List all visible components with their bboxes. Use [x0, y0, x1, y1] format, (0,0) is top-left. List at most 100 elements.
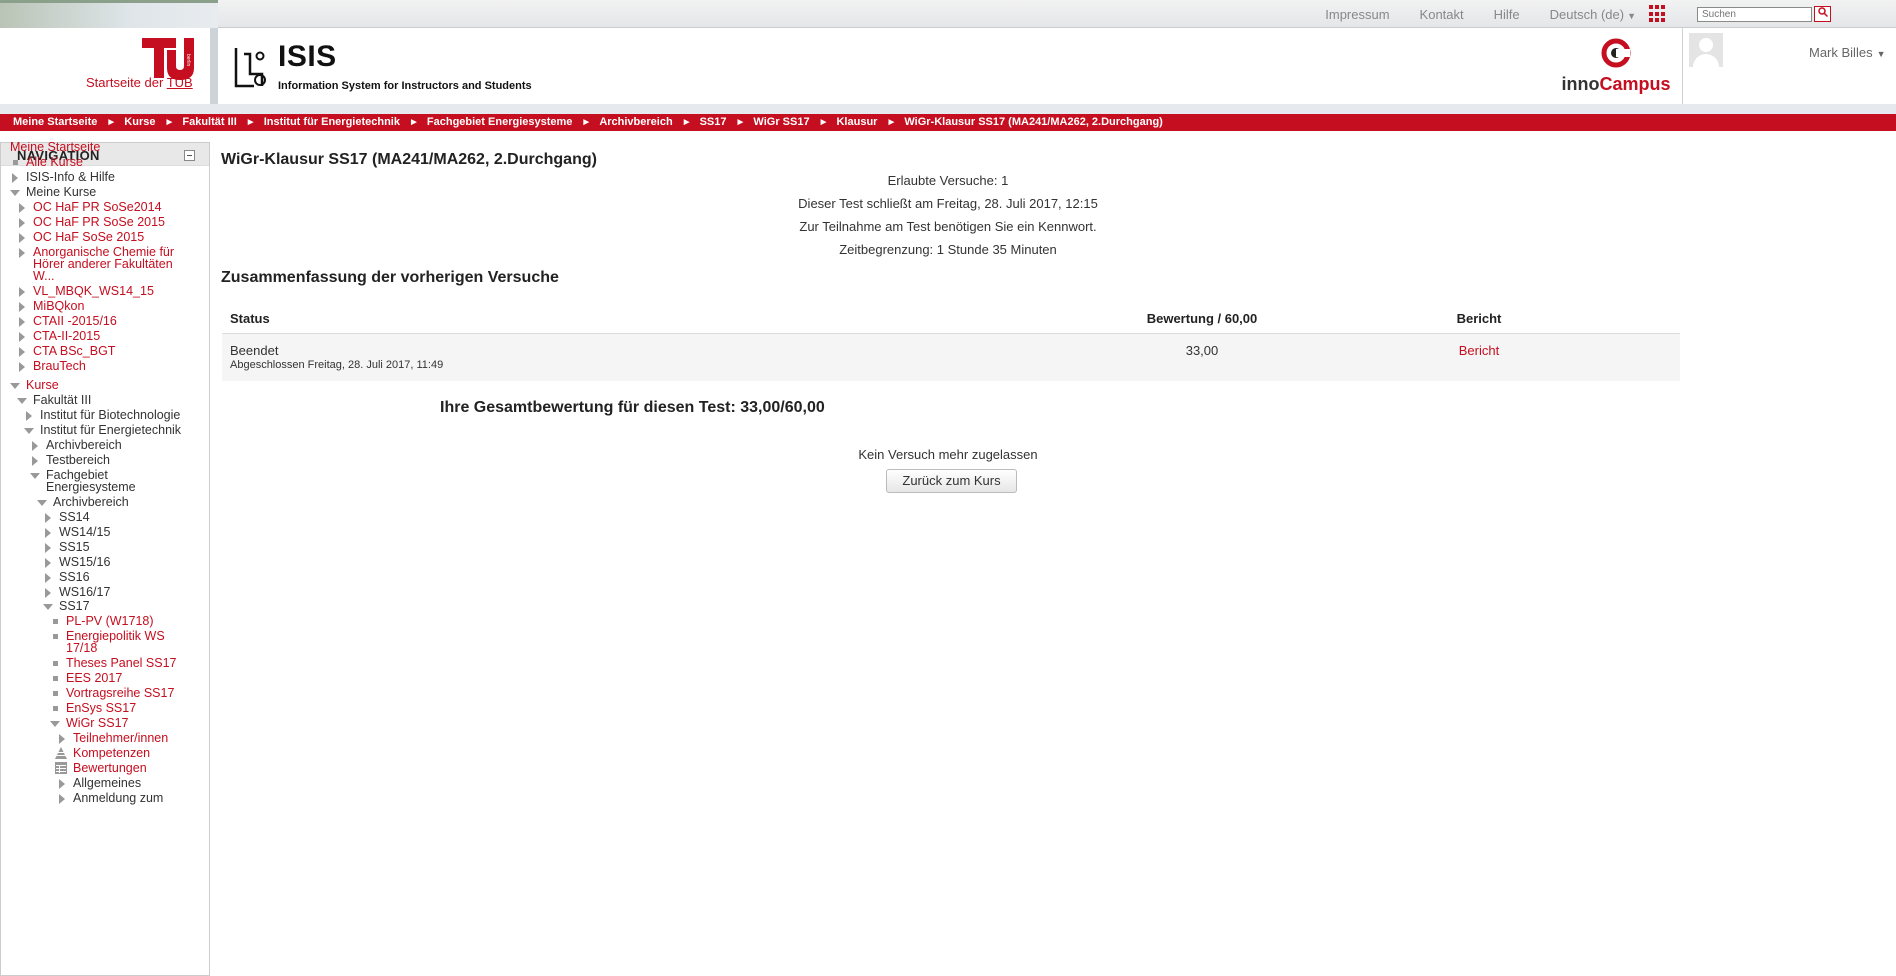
nav-item[interactable]: VL_MBQK_WS14_15 — [33, 284, 154, 299]
search-icon — [1817, 7, 1828, 18]
nav-item[interactable]: WiGr SS17 — [66, 716, 129, 731]
expand-right-icon — [19, 317, 25, 327]
nav-item[interactable]: CTA-II-2015 — [33, 329, 100, 344]
breadcrumb-item[interactable]: SS17 — [700, 116, 727, 128]
nav-item[interactable]: Kompetenzen — [73, 746, 150, 761]
user-name[interactable]: Mark Billes ▼ — [1809, 45, 1886, 60]
bullet-icon — [53, 619, 58, 624]
nav-item[interactable]: Theses Panel SS17 — [66, 656, 177, 671]
collapse-icon[interactable] — [184, 150, 195, 161]
apps-grid-icon[interactable] — [1649, 5, 1667, 23]
nav-item[interactable]: CTAII -2015/16 — [33, 314, 117, 329]
bullet-icon — [53, 706, 58, 711]
nav-item[interactable]: SS16 — [59, 570, 90, 585]
nav-item[interactable]: Meine Kurse — [26, 185, 96, 200]
table-header-row: Status Bewertung / 60,00 Bericht — [222, 301, 1680, 334]
nav-item[interactable]: Kurse — [26, 378, 59, 393]
breadcrumb-item[interactable]: Fachgebiet Energiesysteme — [427, 116, 573, 128]
nav-item[interactable]: WS16/17 — [59, 585, 110, 600]
innocampus-logo[interactable]: innoCampus — [1556, 36, 1676, 96]
nav-item[interactable]: Bewertungen — [73, 761, 147, 776]
impressum-link[interactable]: Impressum — [1325, 7, 1389, 22]
breadcrumb-item[interactable]: Kurse — [124, 116, 155, 128]
nav-item[interactable]: Archivbereich — [53, 495, 129, 510]
nav-item[interactable]: WS14/15 — [59, 525, 110, 540]
back-to-course-button[interactable]: Zurück zum Kurs — [886, 469, 1017, 493]
breadcrumb-item[interactable]: Institut für Energietechnik — [264, 116, 400, 128]
nav-item[interactable]: EnSys SS17 — [66, 701, 136, 716]
nav-item[interactable]: W... — [33, 269, 55, 284]
nav-item[interactable]: OC HaF SoSe 2015 — [33, 230, 144, 245]
attempt-status: Beendet — [230, 343, 279, 358]
breadcrumb-item[interactable]: Meine Startseite — [13, 116, 97, 128]
user-menu[interactable]: Mark Billes ▼ — [1682, 28, 1896, 104]
grade-header: Bewertung / 60,00 — [1146, 311, 1258, 326]
breadcrumb-separator-icon: ► — [245, 117, 256, 128]
expand-right-icon — [19, 218, 25, 228]
nav-item[interactable]: Institut für Energietechnik — [40, 423, 181, 438]
summary-title: Zusammenfassung der vorherigen Versuche — [221, 269, 559, 286]
status-header: Status — [230, 311, 270, 326]
nav-item[interactable]: Fakultät III — [33, 393, 91, 408]
tub-home-link[interactable]: berlin Startseite der TUB — [0, 28, 210, 104]
breadcrumb-item[interactable]: Archivbereich — [599, 116, 672, 128]
breadcrumb-item[interactable]: Fakultät III — [182, 116, 236, 128]
nav-item[interactable]: SS15 — [59, 540, 90, 555]
expand-right-icon — [45, 513, 51, 523]
breadcrumb-item[interactable]: WiGr-Klausur SS17 (MA241/MA262, 2.Durchg… — [904, 116, 1162, 128]
nav-item[interactable]: SS17 — [59, 599, 90, 614]
nav-item[interactable]: PL-PV (W1718) — [66, 614, 154, 629]
search-button[interactable] — [1814, 6, 1831, 22]
nav-item[interactable]: Alle Kurse — [26, 155, 83, 170]
report-link[interactable]: Bericht — [1429, 343, 1529, 358]
expand-right-icon — [26, 411, 32, 421]
svg-text:berlin: berlin — [185, 54, 191, 66]
nav-item[interactable]: Institut für Biotechnologie — [40, 408, 180, 423]
allowed-attempts: Erlaubte Versuche: 1 — [887, 173, 1009, 188]
expand-down-icon — [24, 428, 34, 434]
password-note: Zur Teilnahme am Test benötigen Sie ein … — [799, 219, 1097, 234]
nav-item[interactable]: WS15/16 — [59, 555, 110, 570]
nav-item[interactable]: MiBQkon — [33, 299, 84, 314]
attempt-finished-date: Abgeschlossen Freitag, 28. Juli 2017, 11… — [230, 359, 444, 371]
expand-right-icon — [19, 347, 25, 357]
language-menu[interactable]: Deutsch (de) ▼ — [1550, 7, 1636, 22]
nav-item[interactable]: ISIS-Info & Hilfe — [26, 170, 115, 185]
breadcrumb-separator-icon: ► — [735, 117, 746, 128]
nav-item[interactable]: CTA BSc_BGT — [33, 344, 115, 359]
attempt-grade: 33,00 — [1185, 343, 1219, 358]
expand-down-icon — [17, 398, 27, 404]
avatar[interactable] — [1689, 33, 1723, 67]
kontakt-link[interactable]: Kontakt — [1420, 7, 1464, 22]
nav-item[interactable]: Energiesysteme — [46, 480, 136, 495]
nav-item[interactable]: OC HaF PR SoSe2014 — [33, 200, 162, 215]
nav-item[interactable]: Meine Startseite — [10, 142, 100, 155]
nav-item[interactable]: SS14 — [59, 510, 90, 525]
nav-item[interactable]: Anmeldung zum — [73, 791, 163, 806]
nav-item[interactable]: BrauTech — [33, 359, 86, 374]
breadcrumb-item[interactable]: WiGr SS17 — [753, 116, 809, 128]
breadcrumb-separator-icon: ► — [581, 117, 592, 128]
expand-down-icon — [10, 383, 20, 389]
nav-item[interactable]: OC HaF PR SoSe 2015 — [33, 215, 165, 230]
nav-item[interactable]: Testbereich — [46, 453, 110, 468]
top-left-strip — [0, 0, 218, 28]
caret-down-icon: ▼ — [1627, 11, 1636, 21]
nav-item[interactable]: 17/18 — [66, 641, 97, 656]
nav-item[interactable]: Allgemeines — [73, 776, 141, 791]
hilfe-link[interactable]: Hilfe — [1494, 7, 1520, 22]
breadcrumb-separator-icon: ► — [106, 117, 117, 128]
breadcrumb-separator-icon: ► — [164, 117, 175, 128]
nav-item[interactable]: EES 2017 — [66, 671, 122, 686]
isis-logo-icon[interactable] — [230, 46, 270, 92]
search-input[interactable] — [1697, 7, 1812, 22]
breadcrumb-item[interactable]: Klausur — [836, 116, 877, 128]
nav-item[interactable]: Vortragsreihe SS17 — [66, 686, 174, 701]
expand-down-icon — [10, 190, 20, 196]
isis-title: ISIS — [278, 40, 337, 73]
nav-item[interactable]: Archivbereich — [46, 438, 122, 453]
bullet-icon — [53, 634, 58, 639]
nav-item[interactable]: Teilnehmer/innen — [73, 731, 168, 746]
page-title: WiGr-Klausur SS17 (MA241/MA262, 2.Durchg… — [221, 151, 597, 168]
expand-right-icon — [45, 528, 51, 538]
